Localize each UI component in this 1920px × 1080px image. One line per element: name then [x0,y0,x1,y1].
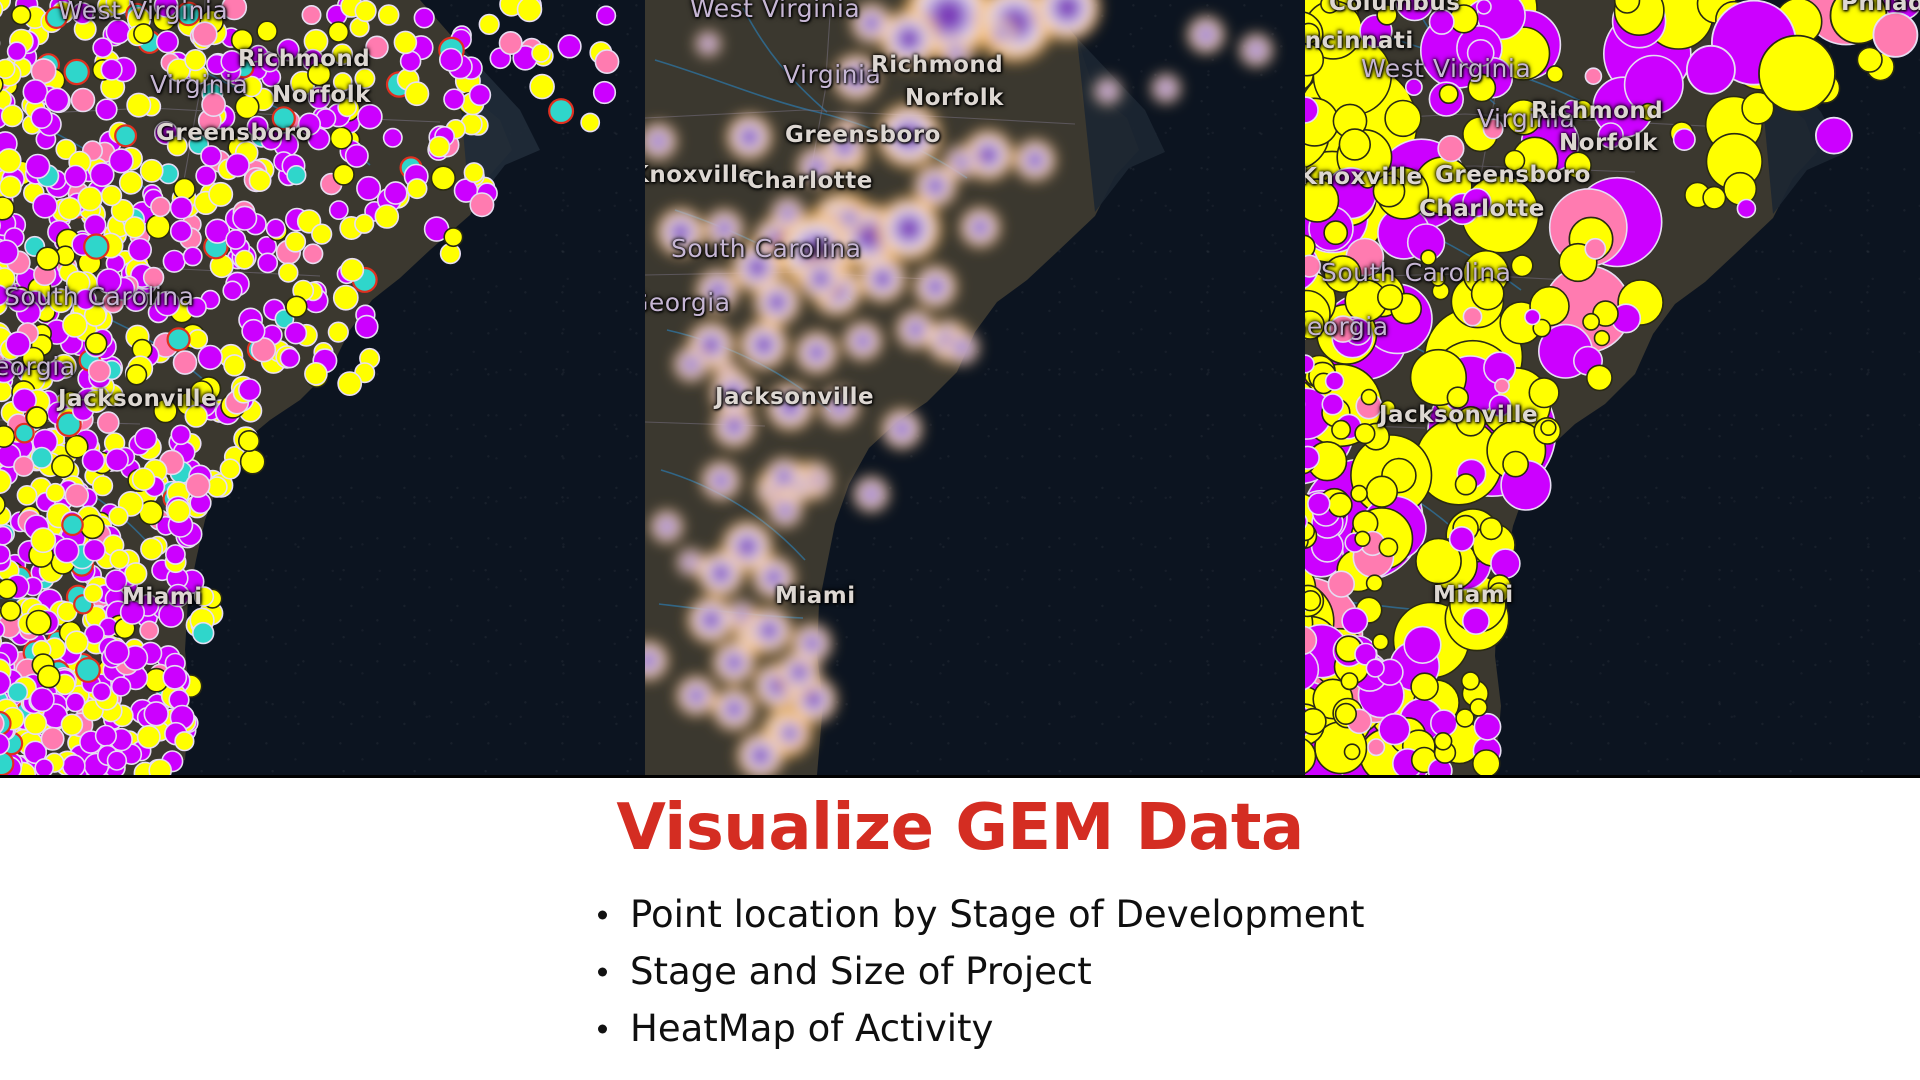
bullet-icon [598,910,607,919]
bubble-points-layer [1305,0,1920,775]
map-panel-heatmap[interactable]: West Virginia Virginia Richmond Norfolk … [645,0,1305,775]
bullet-list: Point location by Stage of Development S… [596,886,1365,1057]
bullet-icon [598,967,607,976]
slide-root: West Virginia Virginia Richmond Norfolk … [0,0,1920,1080]
list-item-label: Stage and Size of Project [630,950,1092,993]
map-strip: West Virginia Virginia Richmond Norfolk … [0,0,1920,778]
heatmap-density-layer [645,0,1305,775]
list-item: HeatMap of Activity [596,1000,1365,1057]
list-item-label: Point location by Stage of Development [630,893,1365,936]
list-item: Stage and Size of Project [596,943,1365,1000]
list-item-label: HeatMap of Activity [630,1007,994,1050]
list-item: Point location by Stage of Development [596,886,1365,943]
scatter-points-layer [0,0,645,775]
bullet-icon [598,1024,607,1033]
slide-content: Visualize GEM Data Point location by Sta… [0,778,1920,1080]
page-title: Visualize GEM Data [616,791,1304,865]
map-panel-points[interactable]: West Virginia Virginia Richmond Norfolk … [0,0,645,775]
map-panel-bubbles[interactable]: Columbus Cincinnati Philadelphia West Vi… [1305,0,1920,775]
